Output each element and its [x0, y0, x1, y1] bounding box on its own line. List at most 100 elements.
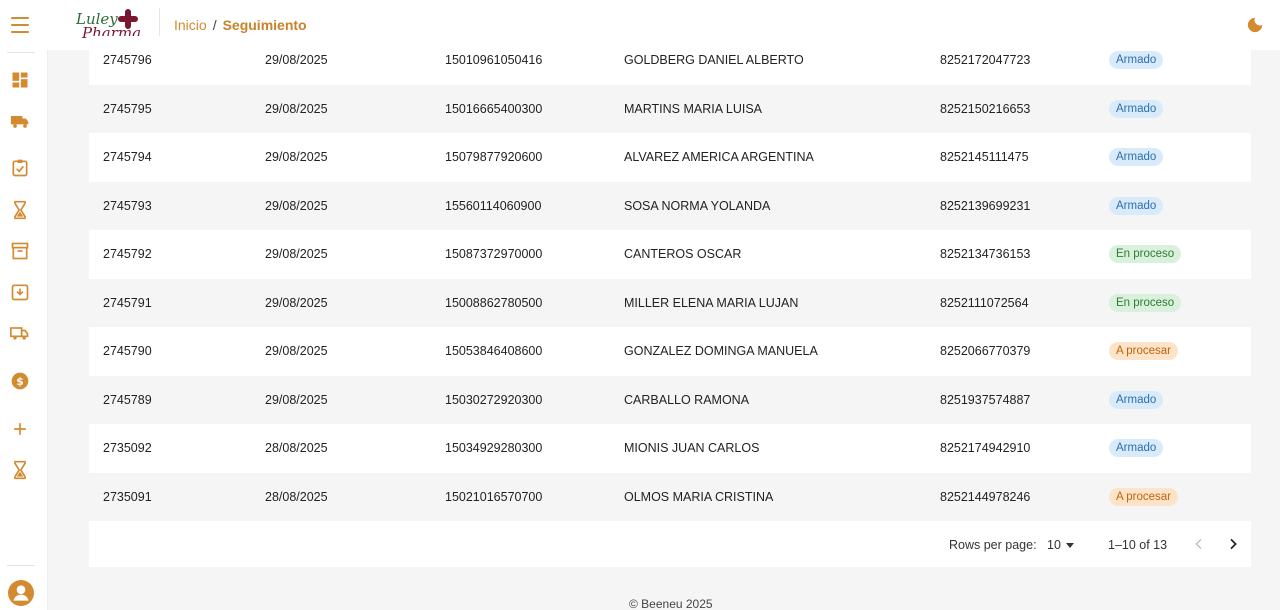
clipboard-check-icon[interactable] — [10, 158, 30, 178]
cell-code: 15034929280300 — [445, 441, 543, 456]
cell-date: 29/08/2025 — [265, 53, 328, 68]
cell-date: 28/08/2025 — [265, 489, 328, 504]
caret-down-icon[interactable] — [1066, 543, 1074, 548]
table-row[interactable]: 2745795 29/08/2025 15016665400300 MARTIN… — [89, 84, 1251, 133]
cell-id: 2745789 — [103, 392, 152, 407]
status-badge: A procesar — [1109, 342, 1178, 361]
cell-name: CARBALLO RAMONA — [624, 392, 750, 407]
cell-date: 29/08/2025 — [265, 392, 328, 407]
status-badge: Armado — [1109, 148, 1164, 167]
footer-copyright: © Beeneu 2025 — [629, 597, 713, 610]
breadcrumb-separator: / — [212, 17, 217, 33]
cell-code: 15087372970000 — [445, 247, 543, 262]
table-row[interactable]: 2735091 28/08/2025 15021016570700 OLMOS … — [89, 472, 1251, 521]
cell-name: MIONIS JUAN CARLOS — [624, 441, 760, 456]
sidebar-divider-top — [7, 52, 35, 53]
status-badge: En proceso — [1109, 245, 1182, 264]
cell-name: GONZALEZ DOMINGA MANUELA — [624, 344, 818, 359]
table-row[interactable]: 2745791 29/08/2025 15008862780500 MILLER… — [89, 278, 1251, 327]
cell-code: 15053846408600 — [445, 344, 543, 359]
cell-tracking: 8251937574887 — [940, 392, 1031, 407]
cell-id: 2745792 — [103, 247, 152, 262]
breadcrumb: Inicio / Seguimiento — [174, 17, 307, 33]
cell-date: 29/08/2025 — [265, 344, 328, 359]
cell-name: GOLDBERG DANIEL ALBERTO — [624, 53, 804, 68]
cell-code: 15016665400300 — [445, 101, 543, 116]
table-row[interactable]: 2745793 29/08/2025 15560114060900 SOSA N… — [89, 181, 1251, 230]
cell-code: 15008862780500 — [445, 295, 543, 310]
chevron-right-icon[interactable] — [1225, 536, 1241, 552]
cell-id: 2745793 — [103, 198, 152, 213]
cell-tracking: 8252111072564 — [940, 295, 1029, 310]
cell-date: 29/08/2025 — [265, 101, 328, 116]
breadcrumb-home-link[interactable]: Inicio — [174, 17, 207, 33]
cell-name: ALVAREZ AMERICA ARGENTINA — [624, 150, 814, 165]
cell-tracking: 8252174942910 — [940, 441, 1031, 456]
cell-name: OLMOS MARIA CRISTINA — [624, 489, 774, 504]
dollar-icon[interactable]: $ — [10, 371, 30, 391]
cell-code: 15010961050416 — [445, 53, 543, 68]
pharmacy-cross-icon — [118, 9, 138, 29]
cell-tracking: 8252144978246 — [940, 489, 1031, 504]
sidebar-divider-bottom — [7, 565, 35, 566]
cell-name: MARTINS MARIA LUISA — [624, 101, 762, 116]
archive-icon[interactable] — [10, 241, 30, 261]
table-row[interactable]: 2745796 29/08/2025 15010961050416 GOLDBE… — [89, 36, 1251, 85]
status-badge: Armado — [1109, 390, 1164, 409]
table-row[interactable]: 2745792 29/08/2025 15087372970000 CANTER… — [89, 230, 1251, 279]
cell-code: 15560114060900 — [445, 198, 542, 213]
svg-text:$: $ — [16, 375, 24, 388]
moon-icon[interactable] — [1246, 16, 1264, 34]
cell-id: 2735092 — [103, 441, 152, 456]
cell-date: 28/08/2025 — [265, 441, 328, 456]
cell-code: 15030272920300 — [445, 392, 543, 407]
hamburger-menu-icon[interactable] — [10, 15, 30, 35]
cell-name: MILLER ELENA MARIA LUJAN — [624, 295, 799, 310]
rows-per-page-label: Rows per page: — [949, 538, 1037, 552]
sidebar: $ — [0, 50, 48, 610]
avatar[interactable] — [8, 580, 34, 606]
hourglass-icon[interactable] — [10, 460, 30, 480]
cell-code: 15021016570700 — [445, 489, 543, 504]
cell-id: 2745795 — [103, 101, 152, 116]
orders-table-card: 2745796 29/08/2025 15010961050416 GOLDBE… — [89, 36, 1251, 567]
cell-tracking: 8252134736153 — [940, 247, 1031, 262]
pagination-range: 1–10 of 13 — [1108, 538, 1168, 552]
status-badge: Armado — [1109, 51, 1164, 70]
user-icon — [13, 585, 29, 601]
cell-date: 29/08/2025 — [265, 295, 328, 310]
chevron-left-icon[interactable] — [1191, 536, 1207, 552]
cell-id: 2745796 — [103, 53, 152, 68]
rows-per-page-select[interactable]: 10 — [1047, 538, 1061, 552]
truck-icon[interactable] — [10, 111, 30, 131]
table-row[interactable]: 2745790 29/08/2025 15053846408600 GONZAL… — [89, 327, 1251, 376]
box-download-icon[interactable] — [10, 282, 30, 302]
table-row[interactable]: 2745794 29/08/2025 15079877920600 ALVARE… — [89, 133, 1251, 182]
dashboard-icon[interactable] — [10, 70, 30, 90]
table-row[interactable]: 2745789 29/08/2025 15030272920300 CARBAL… — [89, 375, 1251, 424]
status-badge: Armado — [1109, 439, 1164, 458]
status-badge: A procesar — [1109, 487, 1178, 506]
cell-tracking: 8252145111475 — [940, 150, 1029, 165]
hourglass-icon[interactable] — [10, 200, 30, 220]
cell-name: SOSA NORMA YOLANDA — [624, 198, 771, 213]
cell-date: 29/08/2025 — [265, 150, 328, 165]
cell-code: 15079877920600 — [445, 150, 543, 165]
status-badge: Armado — [1109, 196, 1164, 215]
cell-date: 29/08/2025 — [265, 247, 328, 262]
cell-tracking: 8252066770379 — [940, 344, 1031, 359]
cell-id: 2745794 — [103, 150, 152, 165]
delivery-truck-icon[interactable] — [10, 323, 30, 343]
table-row[interactable]: 2735092 28/08/2025 15034929280300 MIONIS… — [89, 424, 1251, 473]
cell-id: 2735091 — [103, 489, 152, 504]
status-badge: En proceso — [1109, 293, 1182, 312]
breadcrumb-current: Seguimiento — [222, 17, 307, 33]
status-badge: Armado — [1109, 99, 1164, 118]
cell-tracking: 8252139699231 — [940, 198, 1031, 213]
cell-tracking: 8252172047723 — [940, 53, 1031, 68]
cell-tracking: 8252150216653 — [940, 101, 1031, 116]
plus-icon[interactable] — [10, 419, 30, 439]
cell-name: CANTEROS OSCAR — [624, 247, 742, 262]
cell-date: 29/08/2025 — [265, 198, 328, 213]
pagination: Rows per page: 10 1–10 of 13 — [89, 522, 1251, 567]
